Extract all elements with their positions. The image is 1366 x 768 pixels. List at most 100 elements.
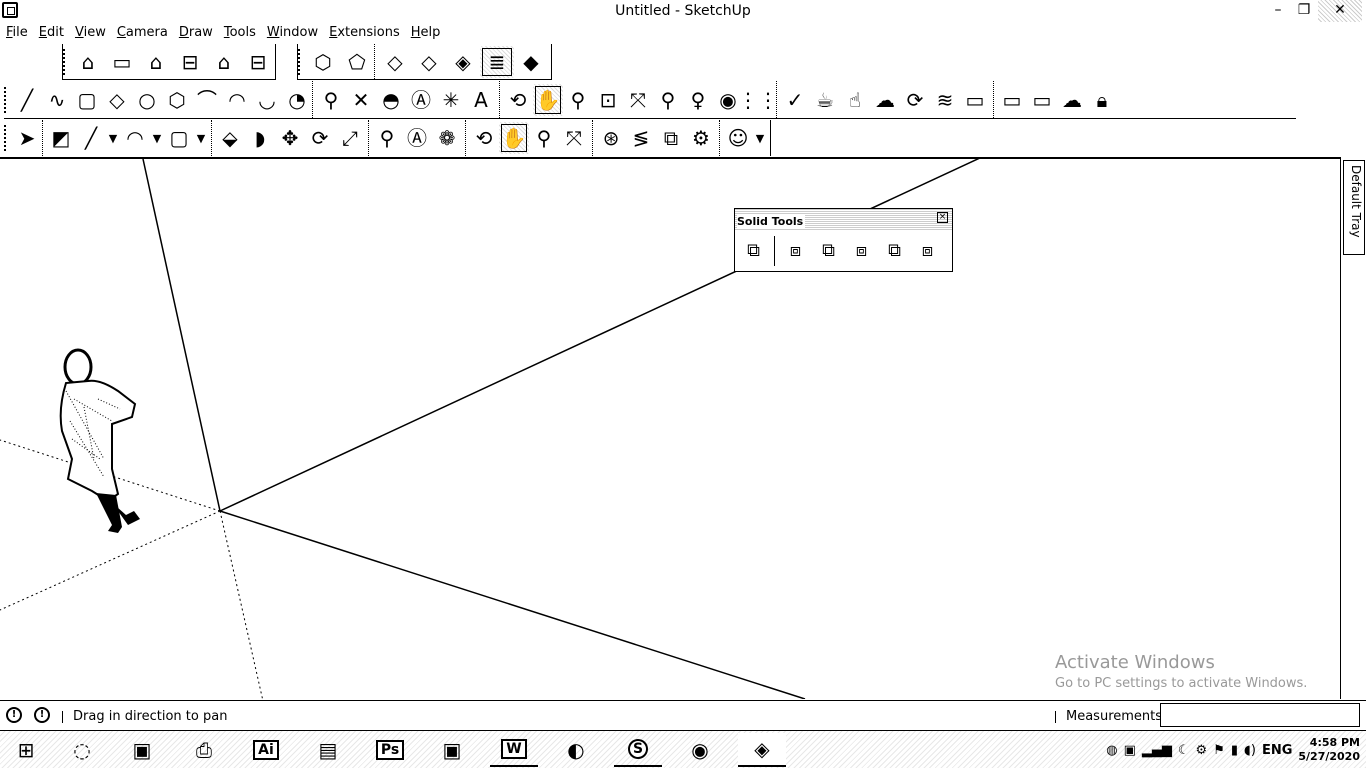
onedrive-icon[interactable]: ▣ [1124, 743, 1136, 758]
pencil-icon[interactable]: ╱ [76, 122, 106, 154]
add-location-icon[interactable]: ▭ [997, 84, 1027, 116]
scale-icon[interactable]: ⤢ [335, 122, 365, 154]
toolbar-grip[interactable] [4, 86, 10, 113]
extension-warehouse-icon[interactable]: ⧉ [656, 122, 686, 154]
chevron-down-icon[interactable]: ▼ [194, 122, 208, 154]
toolbar-grip[interactable] [298, 48, 304, 75]
toolbar-grip[interactable] [4, 125, 10, 151]
menu-camera[interactable]: Camera [111, 22, 173, 44]
chevron-down-icon[interactable]: ▼ [753, 122, 767, 154]
sync-icon[interactable]: ⟳ [900, 84, 930, 116]
edge-icon[interactable]: ◌ [58, 733, 106, 767]
toolbar-grip[interactable] [63, 48, 69, 75]
printer-icon[interactable]: ⎙ [180, 733, 228, 767]
left-view-icon[interactable]: ⊟ [241, 46, 275, 78]
two-point-arc-icon[interactable]: ◠ [222, 84, 252, 116]
pan-icon[interactable]: ✋ [533, 83, 563, 116]
tape-measure-icon[interactable]: ⚲ [316, 84, 346, 116]
sandbox-icon[interactable]: ≋ [930, 84, 960, 116]
right-view-icon[interactable]: ⊟ [173, 46, 207, 78]
photoshop-icon[interactable]: Ps [366, 733, 414, 767]
solid-tools-header[interactable]: Solid Tools × [735, 209, 952, 231]
shape-dropdown-icon[interactable]: ▢ [164, 122, 194, 154]
chevron-down-icon[interactable]: ▼ [106, 122, 120, 154]
menu-draw[interactable]: Draw [173, 22, 218, 44]
menu-extensions[interactable]: Extensions [323, 22, 405, 44]
pan-icon[interactable]: ✋ [499, 122, 529, 154]
select-tool-icon[interactable]: ➤ [12, 122, 42, 154]
rectangle-tool-icon[interactable]: ▢ [72, 84, 102, 116]
monochrome-icon[interactable]: ◆ [514, 46, 548, 78]
union-icon[interactable]: ⧉ [812, 234, 845, 268]
iso-view-icon[interactable]: ⌂ [71, 46, 105, 78]
hidden-line-icon[interactable]: ◇ [412, 46, 446, 78]
flag-icon[interactable]: ⚑ [1213, 743, 1225, 758]
move-icon[interactable]: ✥ [275, 122, 305, 154]
outlook-icon[interactable]: ▣ [118, 733, 166, 767]
lock-icon[interactable]: 🔒︎ [1087, 84, 1117, 116]
extension-manager-icon[interactable]: ⚙ [686, 122, 716, 154]
back-edges-icon[interactable]: ⬠ [340, 46, 374, 78]
follow-me-icon[interactable]: ◗ [245, 122, 275, 154]
illustrator-icon[interactable]: Ai [242, 733, 290, 767]
chrome-icon[interactable]: ◐ [552, 733, 600, 767]
protractor-icon[interactable]: ◓ [376, 84, 406, 116]
account-icon[interactable]: ☺ [723, 122, 753, 154]
menu-file[interactable]: File [0, 22, 33, 44]
subtract-icon[interactable]: ⧈ [845, 234, 878, 268]
trim-icon[interactable]: ⧉ [878, 234, 911, 268]
volume-icon[interactable]: ◖) [1244, 743, 1256, 758]
menu-window[interactable]: Window [261, 22, 323, 44]
wireframe-icon[interactable]: ◇ [378, 46, 412, 78]
share-component-icon[interactable]: ≶ [626, 122, 656, 154]
settings-icon[interactable]: ⚙ [1196, 743, 1208, 758]
back-view-icon[interactable]: ⌂ [207, 46, 241, 78]
circle-tool-icon[interactable]: ○ [132, 84, 162, 116]
outer-shell-icon[interactable]: ⧉ [737, 234, 770, 268]
intersect-icon[interactable]: ⧈ [779, 234, 812, 268]
toggle-terrain-icon[interactable]: ▭ [1027, 84, 1057, 116]
text-icon[interactable]: Ⓐ [402, 122, 432, 154]
rotate-icon[interactable]: ⟳ [305, 122, 335, 154]
media-player-icon[interactable]: ◉ [676, 733, 724, 767]
measurements-input[interactable] [1160, 703, 1360, 727]
start-icon[interactable]: ⊞ [2, 733, 50, 767]
section-icon[interactable]: ▭ [960, 84, 990, 116]
eraser-icon[interactable]: ◩ [46, 122, 76, 154]
close-icon[interactable]: × [937, 212, 948, 223]
language-indicator[interactable]: ENG [1262, 743, 1292, 758]
check-icon[interactable]: ✓ [780, 84, 810, 116]
zoom-extents-icon[interactable]: ⤧ [623, 84, 653, 116]
zoom-icon[interactable]: ⚲ [563, 84, 593, 116]
pie-tool-icon[interactable]: ◔ [282, 84, 312, 116]
battery-icon[interactable]: ▮ [1231, 743, 1238, 758]
3d-warehouse-icon[interactable]: ⊛ [596, 122, 626, 154]
network-icon[interactable]: ◍ [1106, 743, 1117, 758]
menu-help[interactable]: Help [405, 22, 446, 44]
share-model-icon[interactable]: ☝ [840, 84, 870, 116]
menu-view[interactable]: View [69, 22, 111, 44]
moon-icon[interactable]: ☾ [1178, 743, 1190, 758]
arc-tool-icon[interactable]: ⌒ [192, 84, 222, 116]
push-pull-icon[interactable]: ⬙ [215, 122, 245, 154]
rotated-rectangle-icon[interactable]: ◇ [102, 84, 132, 116]
chevron-down-icon[interactable]: ▼ [150, 122, 164, 154]
default-tray-tab[interactable]: Default Tray [1343, 160, 1365, 255]
3d-text-icon[interactable]: A [466, 84, 496, 116]
shaded-textures-icon[interactable]: ≣ [480, 45, 514, 78]
menu-edit[interactable]: Edit [33, 22, 69, 44]
shaded-icon[interactable]: ◈ [446, 46, 480, 78]
zoom-window-icon[interactable]: ⊡ [593, 84, 623, 116]
three-point-arc-icon[interactable]: ◡ [252, 84, 282, 116]
zoom-extents-icon[interactable]: ⤧ [559, 122, 589, 154]
paint-bucket-icon[interactable]: ❁ [432, 122, 462, 154]
walk-icon[interactable]: ⋮⋮ [738, 84, 778, 116]
credits-icon[interactable]: ! [34, 707, 50, 723]
close-button[interactable]: ✕ [1318, 0, 1362, 22]
previous-view-icon[interactable]: ⚲ [653, 84, 683, 116]
menu-tools[interactable]: Tools [218, 22, 261, 44]
front-view-icon[interactable]: ⌂ [139, 46, 173, 78]
3d-warehouse-icon[interactable]: ☕ [810, 84, 840, 116]
arc-dropdown-icon[interactable]: ◠ [120, 122, 150, 154]
skype-icon[interactable]: S [614, 733, 662, 767]
